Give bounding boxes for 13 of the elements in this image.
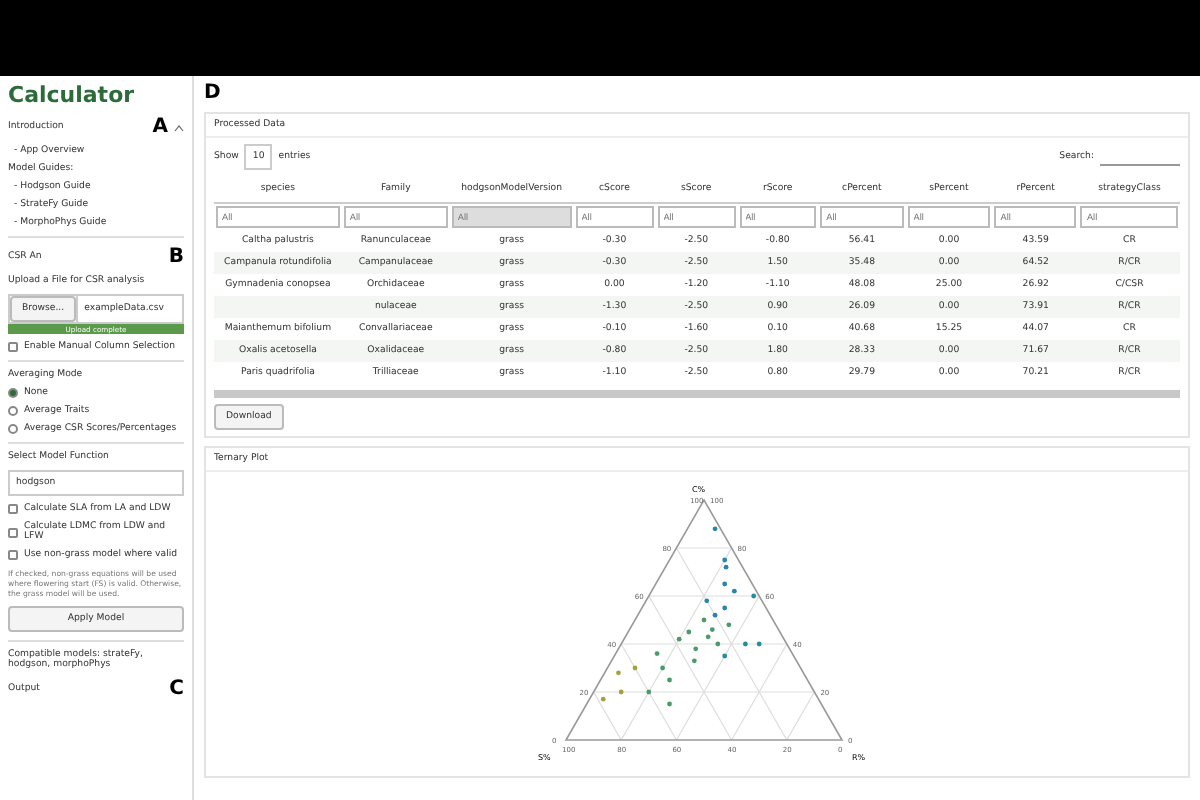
chevron-up-icon[interactable] <box>174 123 184 131</box>
annotation-letter: A <box>152 116 168 138</box>
app-title: Calculator <box>8 82 137 108</box>
checkbox[interactable] <box>8 550 18 560</box>
checkbox[interactable] <box>8 504 18 514</box>
annotation-letter: D <box>204 82 223 104</box>
radio-button[interactable] <box>8 388 18 398</box>
radio-button[interactable] <box>8 406 18 416</box>
annotation-letter: B <box>168 246 184 268</box>
checkbox[interactable] <box>8 342 18 352</box>
radio-button[interactable] <box>8 424 18 434</box>
annotation-letter: C <box>169 678 184 700</box>
checkbox[interactable] <box>8 527 18 537</box>
